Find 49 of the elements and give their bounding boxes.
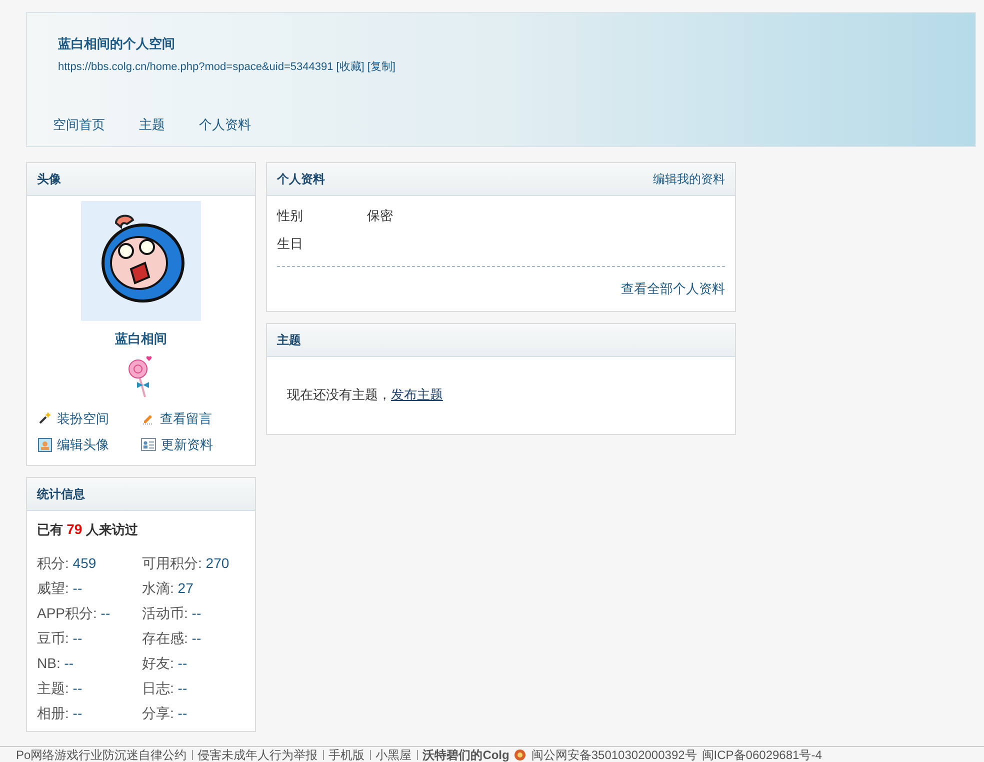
stat-item: APP积分: -- [37, 604, 112, 622]
site-name: 沃特碧们的Colg [422, 747, 510, 762]
profile-action-link[interactable]: 更新资料 [141, 435, 244, 454]
profile-action-link[interactable]: 查看留言 [141, 408, 244, 428]
id-card-icon [141, 438, 156, 452]
icp-link[interactable]: 闽ICP备06029681号-4 [702, 747, 822, 762]
field-label: 性别 [277, 207, 304, 225]
empty-threads-text: 现在还没有主题，发布主题 [286, 386, 444, 404]
space-url: https://bbs.colg.cn/home.php?mod=space&uid=5344391 [58, 60, 334, 74]
stat-item: 主题: -- [37, 678, 84, 698]
panel-title: 个人资料 [277, 171, 325, 188]
view-all-profile-link[interactable]: 查看全部个人资料 [621, 279, 725, 298]
post-thread-link[interactable]: 发布主题 [391, 386, 443, 402]
police-badge-icon [514, 748, 526, 760]
footer-link[interactable]: Po网络游戏行业防沉迷自律公约 [16, 747, 187, 762]
space-title: 蓝白相间的个人空间 [58, 35, 176, 53]
action-link[interactable]: [复制] [367, 58, 396, 75]
stat-item: 可用积分: 270 [142, 554, 230, 572]
username: 蓝白相间 [115, 330, 167, 348]
edit-profile-link[interactable]: 编辑我的资料 [653, 170, 725, 188]
stat-item: 豆币: -- [37, 628, 84, 648]
nav-tab[interactable]: 个人资料 [199, 115, 251, 134]
stat-item: 相册: -- [37, 704, 84, 722]
field-label: 生日 [277, 235, 304, 253]
stat-item: 日志: -- [142, 678, 188, 698]
police-record-link[interactable]: 闽公网安备35010302000392号 [531, 747, 697, 762]
footer-link[interactable]: 小黑屋 [376, 747, 412, 762]
panel-title: 统计信息 [37, 486, 85, 502]
nav-tab[interactable]: 主题 [139, 115, 165, 134]
stat-item: 水滴: 27 [142, 578, 194, 598]
panel-title: 主题 [277, 332, 301, 348]
action-link[interactable]: [收藏] [336, 58, 364, 75]
stat-item: 活动币: -- [142, 604, 202, 622]
stat-item: 存在感: -- [142, 628, 202, 648]
picture-icon [38, 438, 52, 452]
footer-link[interactable]: 手机版 [328, 747, 365, 762]
stat-item: NB: -- [37, 654, 75, 672]
stat-item: 好友: -- [142, 654, 188, 672]
stat-item: 积分: 459 [37, 554, 98, 572]
field-value: 保密 [367, 207, 393, 225]
magic-wand-icon [38, 411, 52, 426]
stat-item: 威望: -- [37, 578, 84, 598]
footer-link[interactable]: 侵害未成年人行为举报 [198, 747, 318, 762]
panel-title: 头像 [37, 171, 61, 188]
stat-item: 分享: -- [142, 704, 188, 722]
visitor-count-text: 已有 79 人来访过 [36, 520, 139, 538]
profile-action-link[interactable]: 装扮空间 [38, 408, 141, 428]
profile-action-link[interactable]: 编辑头像 [38, 435, 141, 454]
nav-tab[interactable]: 空间首页 [53, 115, 105, 134]
